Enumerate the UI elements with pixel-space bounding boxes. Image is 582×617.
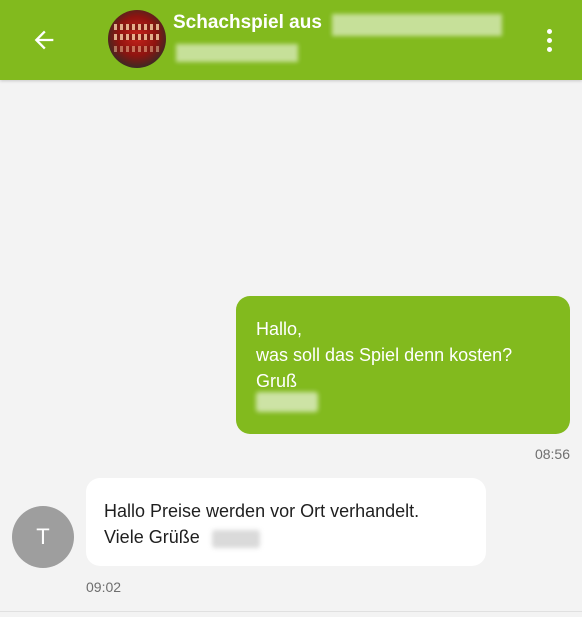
message-text-line: Viele Grüße: [104, 527, 200, 547]
redacted-title-part: [332, 14, 502, 36]
chat-screen: Schachspiel aus Hallo, was soll das Spie…: [0, 0, 582, 617]
chat-header: Schachspiel aus: [0, 0, 582, 80]
arrow-left-icon: [34, 30, 54, 50]
redacted-signature: [256, 392, 318, 412]
message-timestamp: 08:56: [534, 446, 570, 462]
message-text-line: Gruß: [256, 371, 298, 391]
more-options-button[interactable]: [534, 20, 564, 60]
outgoing-message-bubble[interactable]: Hallo, was soll das Spiel denn kosten? G…: [236, 296, 570, 434]
divider: [0, 611, 582, 612]
more-vertical-icon: [546, 28, 552, 34]
contact-avatar[interactable]: T: [12, 506, 74, 568]
redacted-subtitle: [176, 44, 298, 62]
redacted-signature: [212, 530, 260, 548]
message-text-line: Hallo,: [256, 319, 303, 339]
message-text-line: was soll das Spiel denn kosten?: [256, 345, 513, 365]
listing-thumbnail[interactable]: [108, 10, 166, 68]
message-text-line: Hallo Preise werden vor Ort verhandelt.: [104, 501, 420, 521]
back-button[interactable]: [22, 18, 66, 62]
chat-title[interactable]: Schachspiel aus: [173, 12, 322, 34]
incoming-message-bubble[interactable]: Hallo Preise werden vor Ort verhandelt. …: [86, 478, 486, 566]
message-timestamp: 09:02: [86, 579, 122, 595]
